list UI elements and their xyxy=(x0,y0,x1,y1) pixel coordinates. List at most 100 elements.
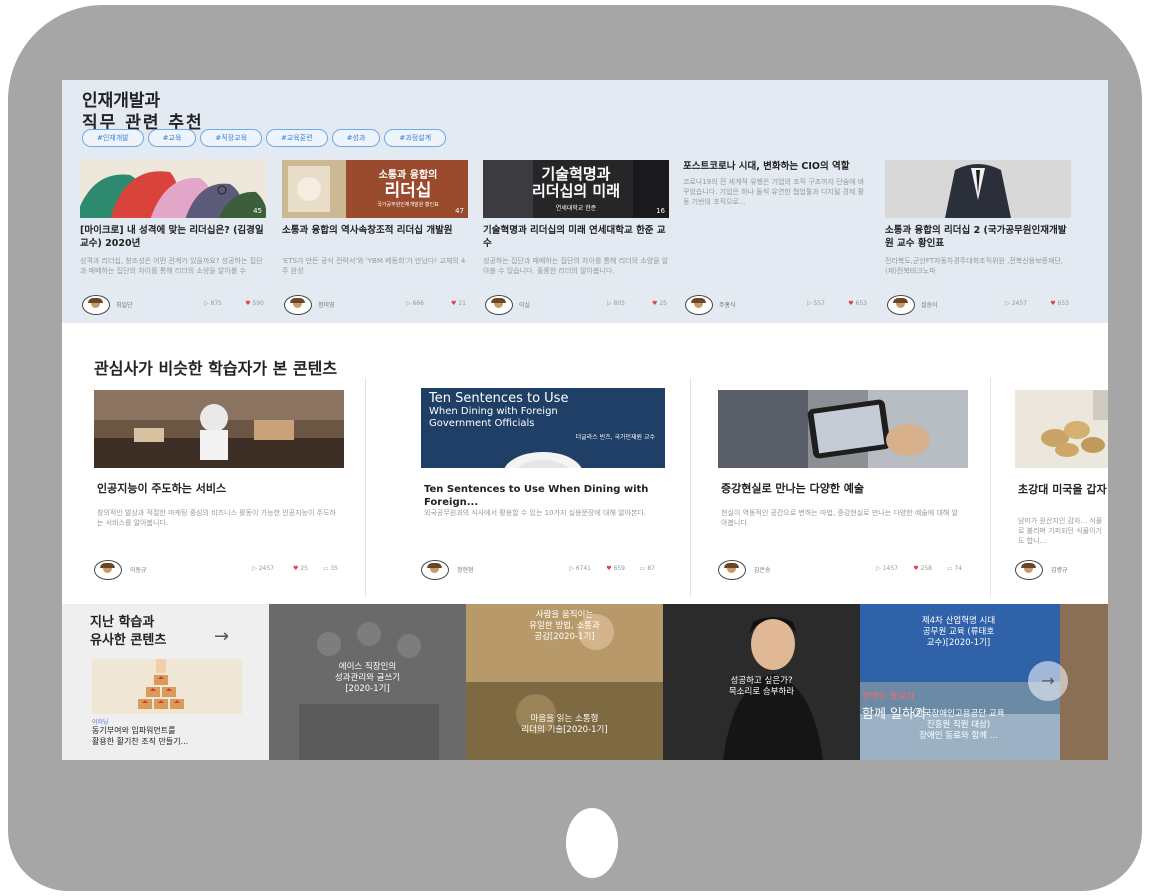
featured-title[interactable]: 동기부여와 임파워먼트를 활용한 활기찬 조직 만들기... xyxy=(92,725,262,747)
view-count: ▷ 557 xyxy=(807,300,825,307)
heart-icon: ♥ xyxy=(606,565,612,572)
card-title[interactable]: 포스트코로나 시대, 변화하는 CIO의 역할 xyxy=(683,160,869,173)
like-count: ♥ 653 xyxy=(848,300,867,307)
section-title: 인재개발과 직무 관련 추천 xyxy=(82,90,204,134)
content-card[interactable]: 인공지능이 주도하는 서비스 창의적인 발상과 적절한 마케팅 중심의 비즈니스… xyxy=(67,378,365,597)
view-count-value: 557 xyxy=(813,300,825,307)
content-card[interactable]: 소통과 융합의 리더십 국가공무원인재개발원 황인표 47 소통과 융합의 역사… xyxy=(282,160,468,315)
thumbnail-title-line3: Government Officials xyxy=(429,418,535,429)
course-tile[interactable]: 제4차 산업혁명 시대 공무원 교육 (류태호 교수)[2020-1기] 장애인… xyxy=(860,604,1108,760)
course-tile[interactable]: 사람을 움직이는 유일한 방법, 소통과 공감[2020-1기] 마음을 읽는 … xyxy=(466,604,663,760)
comment-count: ▭ 35 xyxy=(322,565,338,572)
thumbnail-title-line1: 기술혁명과 xyxy=(541,165,611,183)
view-count: ▷ 805 xyxy=(607,300,625,307)
heart-icon: ♥ xyxy=(293,565,299,572)
author-name: 주홍식 xyxy=(719,302,736,309)
author-name: 정현정 xyxy=(457,567,474,574)
video-count-badge: 16 xyxy=(656,207,665,215)
screen: 인재개발과 직무 관련 추천 #인재개발 #교육 #직장교육 #교육훈련 #성과… xyxy=(62,80,1108,760)
tile-title: 마음을 읽는 소통형 리더의 기술[2020-1기] xyxy=(466,714,663,736)
content-card[interactable]: 증강현실로 만나는 다양한 예술 현실이 역동적인 공간으로 변하는 마법, 증… xyxy=(691,378,989,597)
home-button[interactable] xyxy=(566,808,618,878)
card-meta: 주홍식 ▷ 557 ♥ 653 xyxy=(683,295,869,315)
tag-chip[interactable]: #교육훈련 xyxy=(266,129,328,147)
tag-chip[interactable]: #인재개발 xyxy=(82,129,144,147)
view-count-value: 805 xyxy=(613,300,625,307)
heart-icon: ♥ xyxy=(1050,300,1056,307)
card-title[interactable]: 초강대 미국을 갑자 xyxy=(1018,482,1108,497)
like-count-value: 653 xyxy=(855,300,867,307)
thumbnail-title-line2: When Dining with Foreign xyxy=(429,406,558,417)
card-thumbnail[interactable]: Ten Sentences to Use When Dining with Fo… xyxy=(421,388,665,468)
like-count: ♥ 590 xyxy=(245,300,264,307)
content-card[interactable]: Ten Sentences to Use When Dining with Fo… xyxy=(366,378,665,597)
tag-chip[interactable]: #성과 xyxy=(331,129,381,147)
heart-icon: ♥ xyxy=(451,300,457,307)
view-count-value: 2457 xyxy=(258,565,274,572)
card-thumbnail[interactable] xyxy=(718,390,968,468)
content-card[interactable]: 소통과 융합의 리더십 2 (국가공무원인재개발원 교수 황인표 전라북도,군산… xyxy=(885,160,1071,315)
section-title: 지난 학습과 유사한 콘텐츠 xyxy=(90,614,166,650)
card-title[interactable]: Ten Sentences to Use When Dining with Fo… xyxy=(424,483,654,509)
view-count-value: 1457 xyxy=(882,565,898,572)
like-count: ♥ 258 xyxy=(913,565,932,572)
card-thumbnail[interactable] xyxy=(885,160,1071,218)
content-card[interactable]: 포스트코로나 시대, 변화하는 CIO의 역할 코로나19의 전 세계적 유행은… xyxy=(683,160,869,315)
comment-count: ▭ 87 xyxy=(639,565,655,572)
content-card[interactable]: 45 [마이크로] 내 성격에 맞는 리더십은? (김경일 교수) 2020년 … xyxy=(80,160,266,315)
section-title: 관심사가 비슷한 학습자가 본 콘텐츠 xyxy=(94,359,338,378)
blocks-illustration xyxy=(92,659,242,714)
tile-title-line1: 사람을 움직이는 xyxy=(535,610,594,620)
tile-title-line2: 목소리로 승부하라 xyxy=(728,687,795,697)
card-thumbnail[interactable] xyxy=(94,390,344,468)
card-description: 현실이 역동적인 공간으로 변하는 마법, 증강현실로 만나는 다양한 예술에 … xyxy=(721,509,958,527)
tag-chip[interactable]: #과정설계 xyxy=(384,129,447,147)
content-card[interactable]: 기술혁명과 리더십의 미래 연세대학교 한준 16 기술혁명과 리더십의 미래 … xyxy=(483,160,669,315)
thumbnail-subtitle: 더글라스 빈즈, 국가인재원 교수 xyxy=(575,434,655,441)
like-count-value: 590 xyxy=(252,300,264,307)
carousel-next-button[interactable]: → xyxy=(1028,661,1068,701)
thumbnail-title: Ten Sentences to Use When Dining with Fo… xyxy=(429,391,665,441)
card-title[interactable]: 증강현실로 만나는 다양한 예술 xyxy=(721,482,971,495)
faces-illustration xyxy=(80,160,266,218)
featured-thumbnail[interactable] xyxy=(92,659,242,714)
author-name: 최일단 xyxy=(116,302,133,309)
featured-panel[interactable]: 지난 학습과 유사한 콘텐츠 → 이러닝 동기부여와 임파워먼트를 활용한 활기… xyxy=(62,604,269,760)
tag-chip[interactable]: #교육 xyxy=(147,129,197,147)
heart-icon: ♥ xyxy=(848,300,854,307)
content-card[interactable]: 초강대 미국을 갑자 남미가 원산지인 감자... 식물로 불리며 기피되던 식… xyxy=(991,378,1108,597)
video-count-badge: 47 xyxy=(455,207,464,215)
card-title[interactable]: 소통과 융합의 역사속창조적 리더십 개발원 xyxy=(282,224,468,251)
thumbnail-title-line2: 리더십 xyxy=(384,181,432,201)
featured-title-line1: 동기부여와 임파워먼트를 xyxy=(92,726,176,735)
card-thumbnail[interactable]: 기술혁명과 리더십의 미래 연세대학교 한준 16 xyxy=(483,160,669,218)
arrow-right-icon[interactable]: → xyxy=(214,626,229,647)
recommendation-section: 인재개발과 직무 관련 추천 #인재개발 #교육 #직장교육 #교육훈련 #성과… xyxy=(62,80,1108,323)
author-name: 김은송 xyxy=(754,567,771,574)
card-title[interactable]: 소통과 융합의 리더십 2 (국가공무원인재개발원 교수 황인표 xyxy=(885,224,1071,251)
similar-content-section: 지난 학습과 유사한 콘텐츠 → 이러닝 동기부여와 임파워먼트를 활용한 활기… xyxy=(62,604,1108,760)
like-count-value: 25 xyxy=(659,300,667,307)
tag-chip[interactable]: #직장교육 xyxy=(200,129,263,147)
author-name: 김병규 xyxy=(1051,567,1068,574)
tile-title-line3: [2020-1기] xyxy=(345,684,390,694)
author-name: 이동규 xyxy=(130,567,147,574)
course-tile[interactable]: 성공하고 싶은가? 목소리로 승부하라 xyxy=(663,604,860,760)
like-count: ♥ 653 xyxy=(1050,300,1069,307)
avatar xyxy=(284,295,312,315)
card-thumbnail[interactable]: 45 xyxy=(80,160,266,218)
comment-count-value: 35 xyxy=(330,565,338,572)
course-tile[interactable]: 에이스 직장인의 성과관리와 글쓰기 [2020-1기] xyxy=(269,604,466,760)
card-title[interactable]: 인공지능이 주도하는 서비스 xyxy=(97,482,347,495)
comment-count: ▭ 74 xyxy=(946,565,962,572)
card-title[interactable]: 기술혁명과 리더십의 미래 연세대학교 한준 교수 xyxy=(483,224,669,251)
like-count-value: 659 xyxy=(613,565,625,572)
potato-photo xyxy=(1015,390,1108,468)
view-count: ▷ 6741 xyxy=(569,565,591,572)
card-thumbnail[interactable] xyxy=(1015,390,1108,468)
tile-title-line1: 에이스 직장인의 xyxy=(338,662,397,672)
heart-icon: ♥ xyxy=(652,300,658,307)
card-title[interactable]: [마이크로] 내 성격에 맞는 리더십은? (김경일 교수) 2020년 xyxy=(80,224,266,251)
card-thumbnail[interactable]: 소통과 융합의 리더십 국가공무원인재개발원 황인표 47 xyxy=(282,160,468,218)
like-count: ♥ 25 xyxy=(652,300,667,307)
